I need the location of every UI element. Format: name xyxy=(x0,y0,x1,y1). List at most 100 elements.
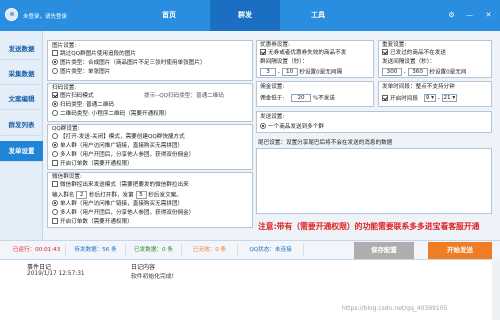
tail-settings-textarea[interactable] xyxy=(256,148,492,214)
avatar-icon[interactable] xyxy=(5,8,18,21)
status-invalid: 已无效：0 条 xyxy=(182,244,238,257)
sidebar-item-send-settings[interactable]: 发单设置 xyxy=(0,141,43,162)
image-settings-title: 图片设置: xyxy=(52,43,77,49)
checkbox-checked[interactable] xyxy=(382,49,388,55)
send-time-panel: 发单时间段：整点不支持分钟 开启时间段 9 ▾ - 21 ▾ xyxy=(378,81,492,107)
sidebar: 发送数据 采集数据 文案编辑 群发列表 发单设置 xyxy=(0,31,43,240)
start-send-button[interactable]: 开始发送 xyxy=(428,242,492,259)
status-bar: 已运行：00:01:43 待发数据：56 条 已发数据：0 条 已无效：0 条 … xyxy=(0,240,500,259)
coupon-settings-panel: 优惠券设置: 无券或者优惠券失效的商品不发 群间隔设置（秒）： 3 - 10 秒… xyxy=(256,40,374,78)
log-entry-content: 软件初始化完成! xyxy=(131,274,174,280)
radio[interactable] xyxy=(52,151,58,157)
radio[interactable] xyxy=(52,209,58,215)
repeat-settings-panel: 重复设置: 已发过的商品不在发送 发送间隔设置（秒）： 300 - 360 秒设… xyxy=(378,40,492,78)
checkbox-checked[interactable] xyxy=(52,92,58,98)
checkbox[interactable] xyxy=(52,160,58,166)
checkbox-checked[interactable] xyxy=(382,94,388,101)
radio-selected[interactable] xyxy=(52,101,58,107)
checkbox[interactable] xyxy=(52,181,58,187)
send-interval-to-input[interactable]: 360 xyxy=(407,68,428,76)
title-bar: 未登录，请先登录 首页 群发 工具 ⚙ — ✕ xyxy=(0,0,500,31)
log-entry-time: 2019/1/17 12:57:31 xyxy=(27,271,85,277)
repeat-title: 重复设置: xyxy=(382,42,407,48)
group-interval-from-input[interactable]: 3 xyxy=(260,68,276,76)
send-settings-panel: 发送设置: 一个商品发送到多个群 xyxy=(256,111,492,133)
radio-selected[interactable] xyxy=(260,123,266,129)
coupon-invalid-option[interactable]: 无券或者优惠券失效的商品不发 xyxy=(260,49,346,57)
tab-group-send[interactable]: 群发 xyxy=(210,0,280,31)
send-interval-title: 发送间隔设置（秒）： xyxy=(382,59,436,65)
status-pending: 待发数据：56 条 xyxy=(66,244,126,257)
group-interval-row: 3 - 10 秒设置0是无间隔 xyxy=(260,68,342,77)
qr-hint: 提示--QQ扫码类型：普通二维码 xyxy=(144,93,224,99)
qr-type-normal[interactable]: 扫码类型: 普通二维码 xyxy=(52,101,114,109)
log-col-content: 日记内容 xyxy=(131,264,156,271)
save-config-button[interactable]: 保存配置 xyxy=(354,242,414,259)
qq-open-order[interactable]: 开启订单数（需要开通权限） xyxy=(52,160,133,168)
qq-group-panel: QQ群设置: 【打开-发送-关闭】模式，需要创建QQ群快捷方式 单人群（用户访问… xyxy=(47,124,253,170)
wechat-send-seconds-input[interactable]: 5 xyxy=(135,191,147,199)
image-type-composite[interactable]: 图片类型：合成图片（商品图片不足三张时使用单张图片） xyxy=(52,59,205,67)
wechat-multi-group[interactable]: 多人群（用户开团后，分享他人参团，获得双份佣金） xyxy=(52,209,194,217)
status-runtime: 已运行：00:01:43 xyxy=(8,244,66,257)
sidebar-item-collect-data[interactable]: 采集数据 xyxy=(0,64,43,85)
wechat-single-group[interactable]: 单人群（用户访问推广链接，直接购买无需拼团） xyxy=(52,200,183,208)
permission-notice: 注意:带有（需要开通权限）的功能需要联系多多进宝看客服开通 xyxy=(258,222,480,231)
minimize-icon[interactable]: — xyxy=(465,11,474,20)
log-col-time: 事件日记 xyxy=(27,264,52,271)
qq-mode-option[interactable]: 【打开-发送-关闭】模式，需要创建QQ群快捷方式 xyxy=(52,133,185,141)
radio[interactable] xyxy=(52,68,58,74)
log-scrollbar[interactable] xyxy=(492,259,500,320)
wechat-open-order[interactable]: 开启订单数（需要开通权限） xyxy=(52,218,133,226)
sidebar-item-group-list[interactable]: 群发列表 xyxy=(0,115,43,136)
sidebar-item-copy-edit[interactable]: 文案编辑 xyxy=(0,89,43,110)
send-time-from-select[interactable]: 9 ▾ xyxy=(423,94,436,102)
repeat-skip-option[interactable]: 已发过的商品不在发送 xyxy=(382,49,446,57)
radio[interactable] xyxy=(52,133,58,139)
wechat-group-title: 微信群设置: xyxy=(52,174,82,180)
status-sent: 已发数据：0 条 xyxy=(126,244,182,257)
qr-type-miniapp[interactable]: 二维码类型: 小程序二维码（需要开通权限） xyxy=(52,110,170,118)
multi-group-send-option[interactable]: 一个商品发送到多个群 xyxy=(260,123,324,131)
tail-settings-title: 尾巴设置：设置分享尾巴后将不会在发送的消息的数据 xyxy=(258,140,393,146)
coupon-title: 优惠券设置: xyxy=(260,42,290,48)
close-icon[interactable]: ✕ xyxy=(484,11,493,20)
checkbox-checked[interactable] xyxy=(260,49,266,55)
send-time-to-select[interactable]: 21 ▾ xyxy=(441,94,458,102)
tab-home[interactable]: 首页 xyxy=(134,0,204,31)
qq-single-group[interactable]: 单人群（用户访问推广链接，直接购买无需拼团） xyxy=(52,142,183,150)
commission-panel: 佣金设置: 佣金低于: 20 %不发送 xyxy=(256,81,374,107)
send-time-enable[interactable]: 开启时间段 xyxy=(382,94,418,102)
checkbox[interactable] xyxy=(52,218,58,224)
commission-row: 佣金低于: 20 %不发送 xyxy=(260,94,335,102)
image-type-single[interactable]: 图片类型：单张图片 xyxy=(52,68,110,76)
status-qq: QQ状态：未连接 xyxy=(238,244,304,257)
send-time-row: 开启时间段 9 ▾ - 21 ▾ xyxy=(382,94,458,103)
group-interval-to-input[interactable]: 10 xyxy=(281,68,298,76)
image-skip-option[interactable]: 跳过QQ群图片使用追段的图片 xyxy=(52,50,136,58)
send-interval-row: 300 - 360 秒设置0是无间 xyxy=(382,68,466,77)
commission-input[interactable]: 20 xyxy=(291,94,312,102)
radio-selected[interactable] xyxy=(52,142,58,148)
sidebar-item-send-data[interactable]: 发送数据 xyxy=(0,39,43,60)
wechat-group-panel: 微信群设置: 微信群控出来发送模式（需要把要发的微信群拉出来 输入群名 2 秒后… xyxy=(47,172,253,228)
wechat-open-seconds-input[interactable]: 2 xyxy=(76,191,88,199)
settings-icon[interactable]: ⚙ xyxy=(447,11,456,20)
group-interval-title: 群间隔设置（秒）： xyxy=(260,59,308,65)
wechat-mode-option[interactable]: 微信群控出来发送模式（需要把要发的微信群拉出来 xyxy=(52,181,189,189)
qr-mode-option[interactable]: 图片扫码模式 xyxy=(52,92,94,100)
tab-tools[interactable]: 工具 xyxy=(283,0,353,31)
send-settings-title: 发送设置: xyxy=(260,114,285,120)
image-settings-panel: 图片设置: 跳过QQ群图片使用追段的图片 图片类型：合成图片（商品图片不足三张时… xyxy=(47,40,253,81)
radio-selected[interactable] xyxy=(52,200,58,206)
checkbox[interactable] xyxy=(52,50,58,56)
send-interval-from-input[interactable]: 300 xyxy=(382,68,402,76)
qq-group-title: QQ群设置: xyxy=(52,126,80,132)
radio-selected[interactable] xyxy=(52,59,58,65)
radio[interactable] xyxy=(52,110,58,116)
login-status[interactable]: 未登录，请先登录 xyxy=(23,12,67,20)
qq-multi-group[interactable]: 多人群（用户开团后，分享他人参团，获得双份佣金） xyxy=(52,151,194,159)
qr-settings-panel: 扫码设置: 图片扫码模式 提示--QQ扫码类型：普通二维码 扫码类型: 普通二维… xyxy=(47,83,253,122)
send-time-title: 发单时间段：整点不支持分钟 xyxy=(382,84,455,90)
commission-title: 佣金设置: xyxy=(260,84,285,90)
